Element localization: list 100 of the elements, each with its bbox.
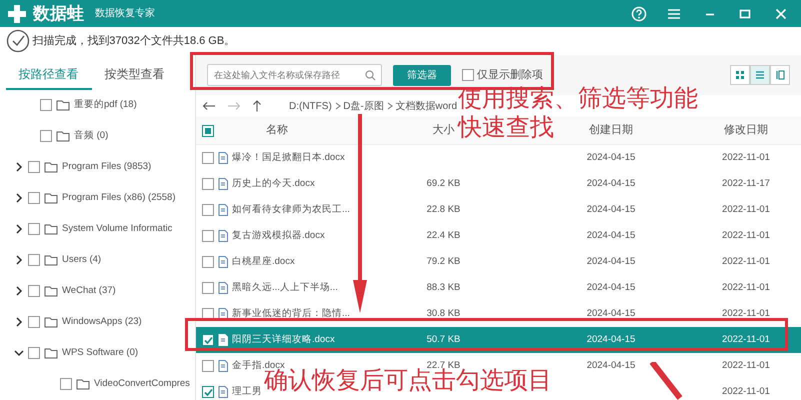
file-name: 黑暗久远...人上下半场... <box>232 280 338 295</box>
chevron-right-icon[interactable] <box>14 255 24 265</box>
folder-icon <box>44 161 58 173</box>
column-header[interactable]: 修改日期 <box>724 122 768 139</box>
file-name: 复古游戏模拟器.docx <box>232 228 325 243</box>
file-name: 如何看待女律师为农民工... <box>232 202 350 217</box>
checkbox[interactable] <box>202 152 214 164</box>
file-date: 2024-04-15 <box>586 256 636 267</box>
file-name: 白桃星座.docx <box>232 254 295 269</box>
file-date: 2022-11-01 <box>722 204 770 215</box>
file-size: 22.4 KB <box>426 230 460 241</box>
document-icon <box>218 178 228 190</box>
search-field[interactable]: 在这处输入文件名称或保存路径 <box>207 64 382 86</box>
checkbox[interactable] <box>202 386 214 398</box>
file-date: 2022-11-01 <box>722 334 770 345</box>
checkbox[interactable] <box>28 192 40 204</box>
file-date: 2022-11-01 <box>722 282 770 293</box>
chevron-right-icon[interactable] <box>14 193 24 203</box>
view-tab[interactable]: 按类型查看 <box>92 60 178 90</box>
folder-icon <box>44 192 58 204</box>
list-view-button[interactable] <box>750 65 770 85</box>
folder-label[interactable]: VideoConvertCompres <box>94 376 190 392</box>
detail-view-button[interactable] <box>770 65 790 85</box>
chevron-right-icon[interactable] <box>14 162 24 172</box>
app-name: 数据蛙 <box>33 2 84 25</box>
file-size: 88.3 KB <box>426 282 460 293</box>
checkbox[interactable] <box>28 161 40 173</box>
chevron-down-icon[interactable] <box>14 348 24 358</box>
file-date: 2022-11-01 <box>722 152 770 163</box>
file-date: 2022-11-01 <box>722 386 770 397</box>
checkbox[interactable] <box>60 378 72 390</box>
checkbox[interactable] <box>202 334 214 346</box>
folder-label[interactable]: Users (4) <box>62 252 102 268</box>
file-size: 30.8 KB <box>426 308 460 319</box>
filter-button[interactable]: 筛选器 <box>393 64 451 86</box>
callout-text: 快速查找 <box>458 115 554 142</box>
folder-icon <box>44 316 58 328</box>
folder-label[interactable]: 重要的pdf (18) <box>74 98 137 112</box>
cross-logo-icon <box>6 4 28 24</box>
select-all-checkbox[interactable] <box>202 124 214 136</box>
callout-text: 确认恢复后可点击勾选项目 <box>264 368 552 394</box>
breadcrumb-item[interactable]: 文档数据word <box>395 98 458 114</box>
checkbox[interactable] <box>28 285 40 297</box>
document-icon <box>218 230 228 242</box>
file-name: 理工男 <box>232 384 262 399</box>
list-view-icon <box>755 70 765 80</box>
column-header[interactable]: 大小 <box>432 122 454 139</box>
file-size: 22.8 KB <box>426 204 460 215</box>
folder-label[interactable]: Program Files (x86) (2558) <box>62 190 176 206</box>
column-header[interactable]: 创建日期 <box>589 122 633 139</box>
folder-icon <box>76 378 90 390</box>
file-size: 69.2 KB <box>426 178 460 189</box>
checkbox[interactable] <box>462 69 474 81</box>
chevron-right-icon <box>334 102 341 110</box>
column-header[interactable]: 名称 <box>266 122 288 139</box>
folder-label[interactable]: Program Files (9853) <box>62 160 152 174</box>
file-date: 2024-04-15 <box>586 308 636 319</box>
chevron-right-icon[interactable] <box>14 317 24 327</box>
back-arrow-icon[interactable] <box>202 101 216 111</box>
grid-view-button[interactable] <box>730 65 750 85</box>
folder-label[interactable]: WindowsApps (23) <box>62 314 142 330</box>
help-icon[interactable] <box>630 6 646 22</box>
file-date: 2024-04-15 <box>586 334 636 345</box>
breadcrumb-item[interactable]: D盘-原图 <box>343 98 384 114</box>
document-icon <box>218 152 228 164</box>
breadcrumb-item[interactable]: D:(NTFS) <box>289 98 332 114</box>
checkbox[interactable] <box>202 360 214 372</box>
folder-label[interactable]: WPS Software (0) <box>62 346 138 360</box>
checkbox[interactable] <box>28 347 40 359</box>
chevron-right-icon[interactable] <box>14 286 24 296</box>
folder-label[interactable]: 音频 (0) <box>74 128 108 144</box>
checkbox[interactable] <box>202 178 214 190</box>
checkbox[interactable] <box>28 254 40 266</box>
document-icon <box>218 256 228 268</box>
document-icon <box>218 308 228 320</box>
folder-icon <box>44 347 58 359</box>
checkbox[interactable] <box>202 282 214 294</box>
folder-label[interactable]: WeChat (37) <box>62 284 116 298</box>
file-size: 50.7 KB <box>426 334 460 345</box>
checkbox[interactable] <box>202 204 214 216</box>
folder-label[interactable]: System Volume Informatic <box>62 222 172 236</box>
chevron-right-icon[interactable] <box>14 224 24 234</box>
up-arrow-icon[interactable] <box>252 100 262 112</box>
checkbox[interactable] <box>40 130 52 142</box>
file-date: 2024-04-15 <box>586 204 636 215</box>
checkbox[interactable] <box>202 256 214 268</box>
checkbox[interactable] <box>40 99 52 111</box>
file-date: 2022-11-01 <box>722 256 770 267</box>
checkbox[interactable] <box>202 230 214 242</box>
view-tab[interactable]: 按路径查看 <box>6 60 92 90</box>
checkbox[interactable] <box>28 316 40 328</box>
checkbox[interactable] <box>28 223 40 235</box>
document-icon <box>218 360 228 372</box>
file-date: 2022-11-01 <box>722 308 770 319</box>
down-arrow-icon <box>352 114 368 314</box>
check-circle-icon <box>6 29 30 53</box>
file-date: 2024-04-15 <box>586 282 636 293</box>
file-date: 2024-04-15 <box>586 152 636 163</box>
status-text: 扫描完成，找到37032个文件共18.6 GB。 <box>32 34 236 49</box>
grid-view-icon <box>735 70 745 80</box>
